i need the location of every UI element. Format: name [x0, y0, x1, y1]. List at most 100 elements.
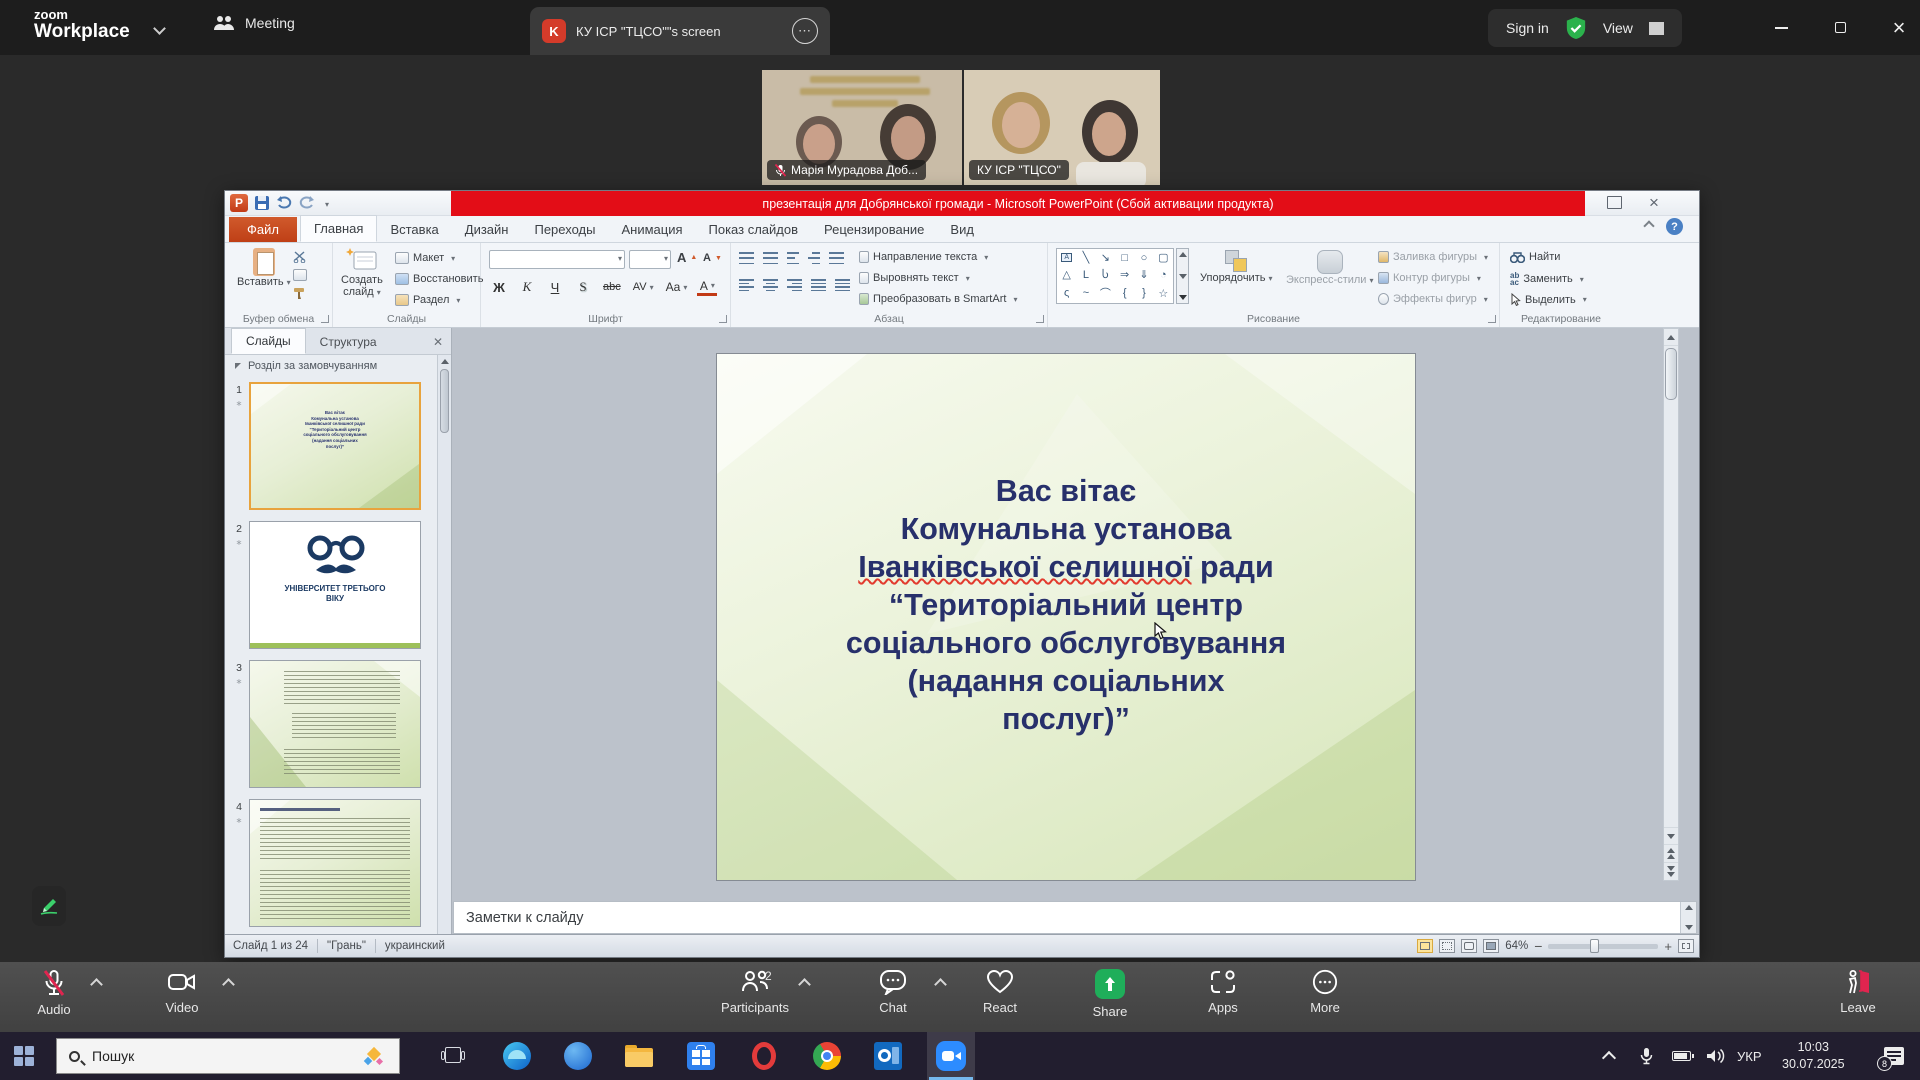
- view-grid-icon[interactable]: [1649, 22, 1664, 35]
- shapes-scroll-buttons[interactable]: [1176, 248, 1189, 304]
- paste-button[interactable]: Вставить: [237, 248, 291, 288]
- annotation-tool-button[interactable]: [32, 886, 66, 926]
- change-case-button[interactable]: Aa: [664, 277, 690, 297]
- tab-insert[interactable]: Вставка: [377, 217, 451, 242]
- vertical-scrollbar[interactable]: [1663, 328, 1679, 881]
- scrollbar-thumb[interactable]: [1665, 348, 1677, 400]
- taskbar-search-box[interactable]: Пошук: [56, 1038, 400, 1074]
- video-thumbnail-2[interactable]: КУ ІСР "ТЦСО": [964, 70, 1160, 185]
- increase-indent-icon[interactable]: [808, 252, 820, 264]
- participants-button[interactable]: 2 Participants: [713, 969, 797, 1015]
- action-center-button[interactable]: 8: [1884, 1032, 1904, 1080]
- new-slide-button[interactable]: Создать слайд: [341, 248, 383, 298]
- audio-button[interactable]: Audio: [12, 969, 96, 1017]
- slide-4-thumbnail[interactable]: [249, 799, 421, 927]
- replace-button[interactable]: abасЗаменить: [1510, 272, 1584, 286]
- text-shadow-button[interactable]: S: [573, 277, 593, 297]
- previous-slide-button[interactable]: [1664, 844, 1678, 862]
- tab-transitions[interactable]: Переходы: [521, 217, 608, 242]
- zoom-slider-thumb[interactable]: [1590, 939, 1599, 953]
- participants-options-chevron[interactable]: [798, 978, 811, 991]
- tab-view[interactable]: Вид: [937, 217, 987, 242]
- slide-panel-scrollbar[interactable]: [437, 355, 451, 934]
- scroll-up-icon[interactable]: [1179, 252, 1187, 257]
- tray-language-indicator[interactable]: УКР: [1737, 1032, 1762, 1080]
- taskbar-app-outlook[interactable]: [864, 1032, 912, 1080]
- taskbar-app-edge[interactable]: [493, 1032, 541, 1080]
- slide-3-thumbnail[interactable]: [249, 660, 421, 788]
- callout-shape-icon[interactable]: ◔: [1160, 269, 1167, 281]
- zoom-in-button[interactable]: +: [1664, 939, 1672, 954]
- video-options-chevron[interactable]: [222, 978, 235, 991]
- save-icon[interactable]: [255, 196, 269, 210]
- slide-thumb-item-2[interactable]: 2∗ УНІВЕРСИТЕТ ТРЕТЬОГО ВІКУ: [229, 521, 436, 649]
- tray-mic-icon[interactable]: [1640, 1032, 1653, 1080]
- line-shape-icon[interactable]: ╲: [1083, 251, 1090, 264]
- leave-button[interactable]: Leave: [1816, 969, 1900, 1015]
- shapes-gallery[interactable]: A ╲↘ □○▢ △LႱ ⇒⇓◔ ς~⌒ {}☆: [1056, 248, 1174, 304]
- scribble-shape-icon[interactable]: ς: [1064, 287, 1069, 299]
- font-size-select[interactable]: [629, 250, 671, 269]
- minimize-button[interactable]: [1754, 0, 1808, 55]
- chevron-down-icon[interactable]: [153, 22, 166, 35]
- font-dialog-launcher-icon[interactable]: [719, 315, 727, 323]
- notes-scrollbar[interactable]: [1680, 902, 1696, 933]
- rounded-rect-shape-icon[interactable]: ▢: [1158, 251, 1168, 264]
- underline-button[interactable]: Ч: [545, 277, 565, 297]
- slide-thumb-item-1[interactable]: 1∗ Вас вітає Комунальна установа Іванків…: [229, 382, 436, 510]
- oval-shape-icon[interactable]: ○: [1141, 252, 1148, 264]
- video-button[interactable]: Video: [140, 969, 224, 1015]
- current-slide[interactable]: Вас вітає Комунальна установа Іванківськ…: [716, 353, 1416, 881]
- numbering-icon[interactable]: [763, 252, 778, 264]
- share-button[interactable]: Share: [1068, 969, 1152, 1019]
- more-shapes-icon[interactable]: [1179, 295, 1187, 300]
- italic-button[interactable]: К: [517, 277, 537, 297]
- grow-font-button[interactable]: A▲: [677, 250, 697, 265]
- undo-icon[interactable]: [276, 196, 292, 210]
- apps-button[interactable]: Apps: [1181, 969, 1265, 1015]
- react-button[interactable]: React: [958, 969, 1042, 1015]
- bullets-icon[interactable]: [739, 252, 754, 264]
- shape-fill-button[interactable]: Заливка фигуры: [1378, 251, 1488, 263]
- chat-options-chevron[interactable]: [934, 978, 947, 991]
- curve-shape-icon[interactable]: ~: [1083, 287, 1089, 299]
- down-arrow-shape-icon[interactable]: ⇓: [1139, 268, 1148, 281]
- shape-effects-button[interactable]: Эффекты фигур: [1378, 293, 1488, 305]
- zoom-out-button[interactable]: −: [1534, 938, 1542, 954]
- slide-thumb-item-4[interactable]: 4∗: [229, 799, 436, 927]
- text-direction-button[interactable]: Направление текста: [859, 251, 988, 263]
- tab-meeting[interactable]: Meeting: [213, 14, 295, 32]
- tab-slideshow[interactable]: Показ слайдов: [696, 217, 812, 242]
- video-thumbnail-1[interactable]: Марія Мурадова Доб...: [762, 70, 962, 185]
- triangle-shape-icon[interactable]: △: [1062, 268, 1070, 281]
- section-button[interactable]: Раздел: [395, 294, 460, 306]
- decrease-indent-icon[interactable]: [787, 252, 799, 264]
- bold-button[interactable]: Ж: [489, 277, 509, 297]
- scroll-down-icon[interactable]: [1179, 274, 1187, 279]
- quick-styles-button[interactable]: Экспресс-стили: [1286, 250, 1373, 286]
- next-slide-button[interactable]: [1664, 862, 1678, 880]
- tab-outline-pane[interactable]: Структура: [306, 330, 391, 354]
- elbow-arrow-shape-icon[interactable]: Ⴑ: [1102, 268, 1109, 281]
- ppt-restore-button[interactable]: [1607, 196, 1622, 209]
- zoom-slider[interactable]: [1548, 944, 1658, 949]
- chat-button[interactable]: Chat: [851, 969, 935, 1015]
- strikethrough-button[interactable]: abc: [601, 277, 623, 297]
- language-indicator[interactable]: украинский: [385, 940, 445, 952]
- notes-pane[interactable]: Заметки к слайду: [453, 901, 1697, 934]
- scrollbar-thumb[interactable]: [440, 369, 449, 433]
- clipboard-dialog-launcher-icon[interactable]: [321, 315, 329, 323]
- tab-slides-pane[interactable]: Слайды: [231, 328, 306, 354]
- slide-1-thumbnail[interactable]: Вас вітає Комунальна установа Іванківськ…: [249, 382, 421, 510]
- drawing-dialog-launcher-icon[interactable]: [1488, 315, 1496, 323]
- textbox-shape-icon[interactable]: A: [1061, 253, 1072, 262]
- more-options-icon[interactable]: [792, 18, 818, 44]
- reset-button[interactable]: Восстановить: [395, 273, 483, 285]
- powerpoint-logo[interactable]: P: [230, 194, 248, 212]
- layout-button[interactable]: Макет: [395, 252, 455, 264]
- section-header[interactable]: Розділ за замовчуванням: [225, 355, 451, 377]
- tray-volume-icon[interactable]: [1706, 1032, 1726, 1080]
- tab-review[interactable]: Рецензирование: [811, 217, 937, 242]
- slide-thumb-item-3[interactable]: 3∗: [229, 660, 436, 788]
- justify-icon[interactable]: [811, 279, 826, 291]
